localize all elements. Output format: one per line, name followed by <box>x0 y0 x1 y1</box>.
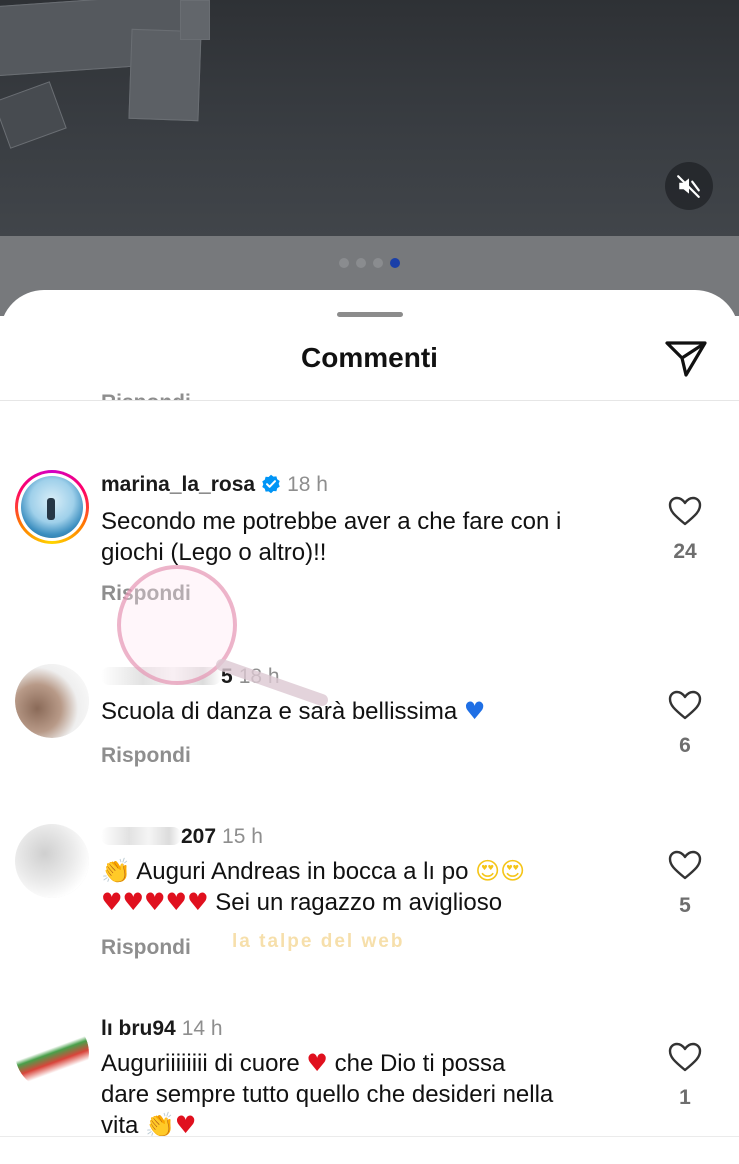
watermark-text: la talpe del web <box>232 931 405 952</box>
reply-button[interactable]: Rispondi <box>101 582 191 606</box>
carousel-dots <box>0 258 739 268</box>
blue-heart-icon: ♥ <box>463 697 486 725</box>
comment-text: Secondo me potrebbe aver a che fare con … <box>101 508 562 566</box>
divider <box>0 400 739 401</box>
media-object <box>128 28 202 122</box>
carousel-dot[interactable] <box>390 258 400 268</box>
heart-outline-icon <box>668 1042 702 1072</box>
red-heart-icon: ♥♥♥♥♥ <box>101 888 209 916</box>
post-media[interactable] <box>0 0 739 236</box>
carousel-dot[interactable] <box>373 258 383 268</box>
avatar[interactable] <box>15 1016 89 1090</box>
heart-outline-icon <box>668 690 702 720</box>
like-button[interactable]: 1 <box>661 1042 709 1110</box>
sheet-title: Commenti <box>301 342 438 373</box>
red-heart-icon: ♥ <box>306 1049 328 1077</box>
comment-time: 18 h <box>287 473 328 496</box>
blurred-username <box>101 827 181 845</box>
media-object <box>180 0 210 40</box>
like-count: 5 <box>679 894 691 917</box>
like-button[interactable]: 6 <box>661 690 709 758</box>
reply-button[interactable]: Rispondi <box>101 744 191 768</box>
heart-outline-icon <box>668 850 702 880</box>
speaker-muted-icon <box>677 175 700 198</box>
divider <box>0 1136 739 1137</box>
comment-username[interactable]: 207 <box>181 825 216 848</box>
sheet-grabber[interactable] <box>337 312 403 317</box>
red-heart-icon: ♥ <box>174 1111 197 1139</box>
clap-icon: 👏 <box>145 1111 175 1139</box>
blurred-username <box>101 667 221 685</box>
avatar[interactable] <box>15 664 89 738</box>
avatar[interactable] <box>15 470 89 544</box>
carousel-dot[interactable] <box>356 258 366 268</box>
comment-username[interactable]: 5 <box>221 665 233 688</box>
like-button[interactable]: 5 <box>661 850 709 918</box>
reply-button[interactable]: Rispondi <box>101 936 191 960</box>
comment-text: Scuola di danza e sarà bellissima ♥ <box>101 697 486 725</box>
comment-text: 👏 Auguri Andreas in bocca a lı po 😍😍 ♥♥♥… <box>101 857 526 916</box>
clap-icon: 👏 <box>101 857 131 885</box>
heart-eyes-icon: 😍 <box>475 857 501 885</box>
share-button[interactable] <box>664 338 708 378</box>
paper-plane-icon <box>665 341 707 377</box>
avatar[interactable] <box>15 824 89 898</box>
comment-time: 18 h <box>238 665 280 688</box>
comment-text: Auguriiiiiiii di cuore ♥ che Dio ti poss… <box>101 1049 554 1139</box>
heart-eyes-icon: 😍 <box>500 857 526 885</box>
carousel-dot[interactable] <box>339 258 349 268</box>
media-object <box>0 81 67 149</box>
comment-username[interactable]: marina_la_rosa <box>101 473 255 496</box>
like-button[interactable]: 24 <box>661 496 709 564</box>
verified-badge-icon <box>262 474 280 494</box>
comment-username[interactable]: lı bru94 <box>101 1017 176 1040</box>
comment-time: 14 h <box>181 1017 223 1040</box>
mute-button[interactable] <box>665 162 713 210</box>
like-count: 1 <box>679 1086 691 1109</box>
heart-outline-icon <box>668 496 702 526</box>
like-count: 6 <box>679 734 691 757</box>
like-count: 24 <box>673 540 697 563</box>
comment-time: 15 h <box>222 825 263 848</box>
